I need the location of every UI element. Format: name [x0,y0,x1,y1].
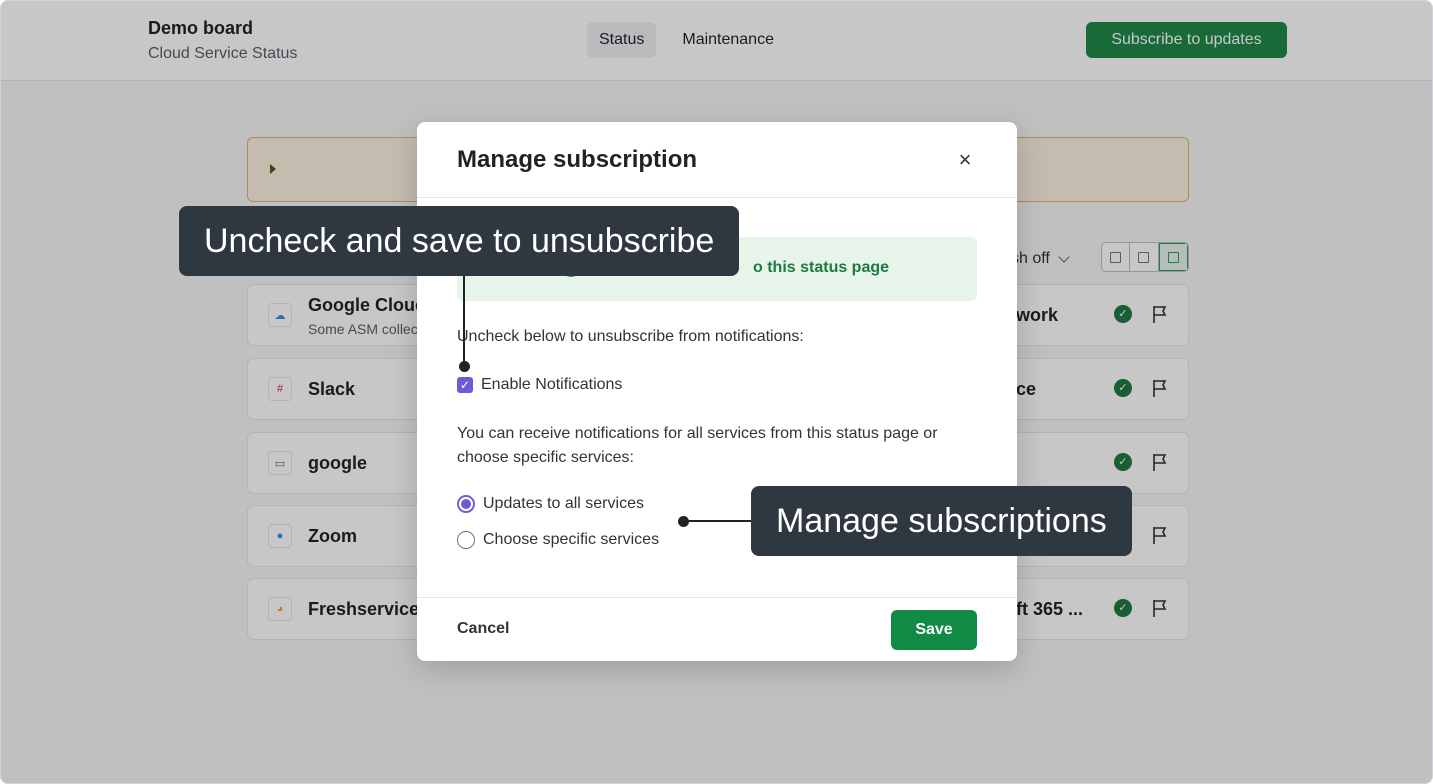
callout-leader-line [683,520,751,522]
dialog-footer: Cancel Save [417,597,1017,661]
enable-notifications-checkbox[interactable]: ✓ [457,377,473,393]
radio-all-services-label[interactable]: Updates to all services [483,495,644,513]
radio-all-services[interactable]: Updates to all services [457,495,644,513]
cancel-button[interactable]: Cancel [457,620,509,638]
radio-specific-services[interactable]: Choose specific services [457,531,659,549]
success-message: o this status page [753,259,890,276]
unsubscribe-instruction: Uncheck below to unsubscribe from notifi… [457,328,804,345]
enable-notifications-row[interactable]: ✓ Enable Notifications [457,376,622,394]
dialog-header: Manage subscription × [417,122,1017,198]
callout-unsubscribe: Uncheck and save to unsubscribe [179,206,740,276]
dialog-title: Manage subscription [457,146,698,173]
radio-all-services-input[interactable] [457,495,475,513]
callout-dot [678,516,689,527]
close-icon[interactable]: × [955,149,975,171]
radio-specific-services-label[interactable]: Choose specific services [483,531,659,549]
callout-leader-line [463,276,465,366]
radio-specific-services-input[interactable] [457,531,475,549]
callout-manage: Manage subscriptions [751,486,1132,556]
enable-notifications-label[interactable]: Enable Notifications [481,376,622,394]
save-button[interactable]: Save [891,610,977,650]
callout-dot [459,361,470,372]
services-info-text: You can receive notifications for all se… [457,425,938,466]
manage-subscription-dialog: Manage subscription × o this status page… [417,122,1017,661]
